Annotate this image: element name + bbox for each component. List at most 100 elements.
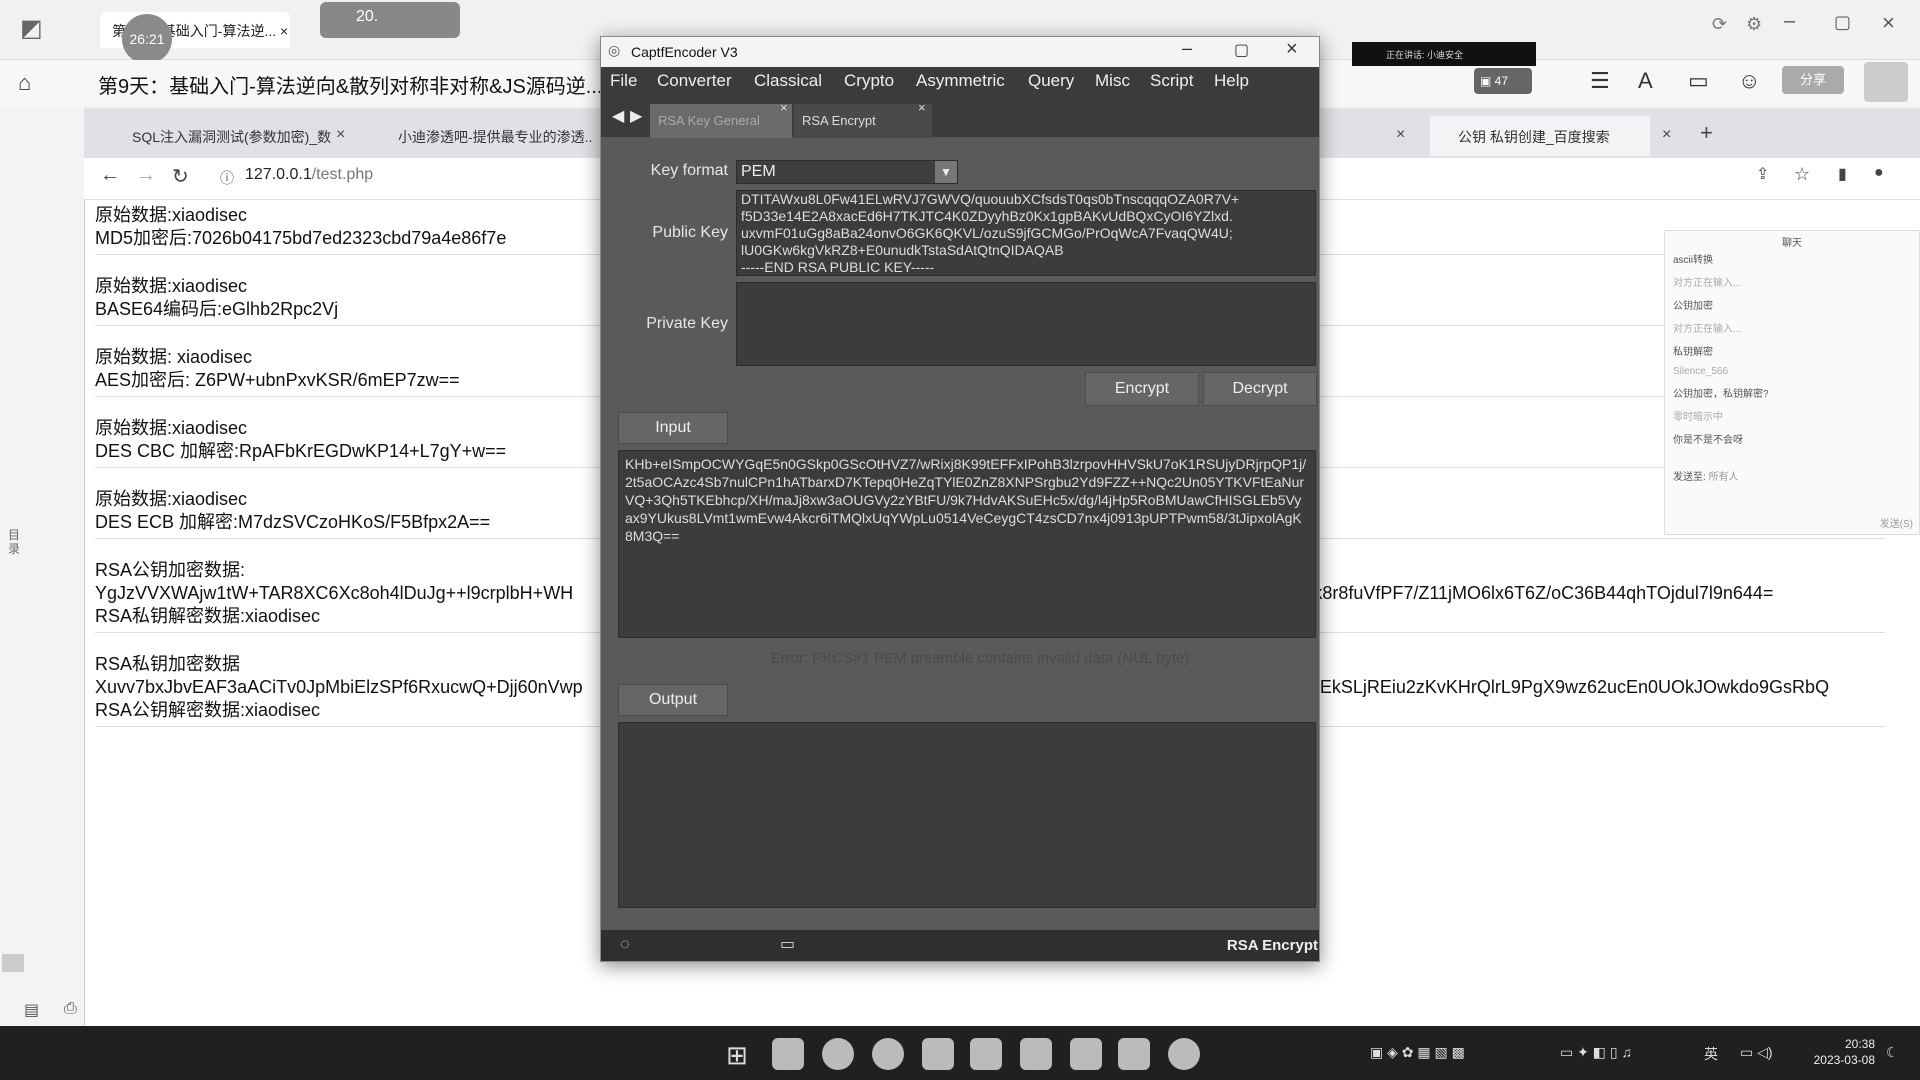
network-icons[interactable]: ▭ ✦ ◧ ▯ ♫	[1560, 1044, 1632, 1061]
notepad-icon[interactable]	[1070, 1038, 1102, 1070]
menu-asymmetric[interactable]: Asymmetric	[916, 71, 1005, 91]
notes-icon[interactable]: ▤	[24, 1000, 39, 1020]
meeting-speaking-bar: 正在讲话: 小迪安全	[1352, 42, 1536, 66]
notification-count: 47	[1494, 74, 1509, 88]
back-icon[interactable]: ←	[100, 164, 120, 187]
public-key-textarea[interactable]	[736, 190, 1316, 276]
eye-off-icon[interactable]: ◌	[620, 936, 630, 954]
list-icon[interactable]	[2, 954, 24, 972]
info-icon[interactable]: ⓘ	[220, 168, 234, 188]
recipient-select[interactable]: 所有人	[1709, 472, 1739, 483]
edge-icon[interactable]	[822, 1038, 854, 1070]
refresh-icon[interactable]: ⟳	[1712, 14, 1727, 35]
close-icon[interactable]: ×	[1286, 38, 1298, 61]
close-icon[interactable]: ×	[1396, 126, 1405, 144]
notification-icon[interactable]: ☾	[1886, 1044, 1899, 1061]
tab-label: RSA Key General	[658, 113, 760, 128]
lesson-title: 第9天：基础入门-算法逆向&散列对称非对称&JS源码逆...	[98, 76, 603, 98]
menu-file[interactable]: File	[610, 71, 637, 91]
browser-tab[interactable]: 公钥 私钥创建_百度搜索	[1430, 116, 1650, 156]
close-icon[interactable]: ×	[280, 23, 288, 39]
share-button[interactable]: 分享	[1782, 66, 1844, 94]
print-icon[interactable]: ⎙	[64, 1000, 77, 1018]
new-tab-icon[interactable]: +	[1700, 120, 1713, 146]
file-explorer-icon[interactable]	[772, 1038, 804, 1070]
chat-message: 零时暗示中	[1673, 412, 1723, 423]
language-indicator[interactable]: 英	[1704, 1044, 1718, 1064]
app-icon[interactable]	[922, 1038, 954, 1070]
maximize-icon[interactable]: ▢	[1234, 40, 1249, 60]
send-button[interactable]: 发送(S)	[1880, 515, 1913, 530]
meeting-speaker: 正在讲话: 小迪安全	[1386, 50, 1464, 60]
forward-icon[interactable]: →	[136, 164, 156, 187]
browser-tab[interactable]: SQL注入漏洞测试(参数加密)_数	[104, 116, 354, 156]
close-icon[interactable]: ×	[918, 100, 926, 115]
tab-rsa-key-general[interactable]: RSA Key General	[650, 104, 792, 138]
avatar[interactable]	[1864, 62, 1908, 102]
terminal-icon[interactable]	[1118, 1038, 1150, 1070]
chat-message: 对方正在输入...	[1673, 278, 1742, 289]
decrypt-button[interactable]: Decrypt	[1203, 372, 1317, 406]
menu-classical[interactable]: Classical	[754, 71, 822, 91]
qq-icon[interactable]	[1168, 1038, 1200, 1070]
close-icon[interactable]: ×	[336, 126, 345, 144]
text-size-icon[interactable]: A	[1638, 68, 1653, 94]
screen-icon[interactable]: ▭	[1688, 68, 1709, 94]
error-message: Error: PKCS#1 PEM preamble contains inva…	[770, 650, 1190, 667]
input-button[interactable]: Input	[618, 412, 728, 444]
minimize-icon[interactable]: –	[1182, 38, 1192, 59]
clock[interactable]: 20:38 2023-03-08	[1795, 1036, 1875, 1068]
maximize-icon[interactable]: ▢	[1834, 12, 1851, 33]
menu-query[interactable]: Query	[1028, 71, 1074, 91]
tab-rsa-encrypt[interactable]: RSA Encrypt	[794, 104, 932, 138]
tab-prev-icon[interactable]: ◀	[612, 106, 624, 126]
catalog-label[interactable]: 目录	[8, 528, 22, 556]
menu-converter[interactable]: Converter	[657, 71, 732, 91]
input-textarea[interactable]	[618, 450, 1316, 638]
app-logo-icon: ◩	[20, 15, 43, 42]
browser-tab[interactable]: 小迪渗透吧-提供最专业的渗透..	[370, 116, 600, 156]
chevron-down-icon[interactable]: ▼	[935, 161, 957, 183]
home-icon[interactable]: ⌂	[18, 70, 31, 96]
reload-icon[interactable]: ↻	[172, 164, 189, 189]
share-icon[interactable]: ⇪	[1756, 164, 1769, 184]
users-icon[interactable]: ☺	[1738, 68, 1760, 94]
menu-misc[interactable]: Misc	[1095, 71, 1130, 91]
close-icon[interactable]: ×	[780, 100, 788, 115]
settings-icon[interactable]: ⚙	[1746, 14, 1762, 35]
star-icon[interactable]: ☆	[1794, 164, 1810, 185]
close-icon[interactable]: ×	[1662, 126, 1671, 144]
menu-crypto[interactable]: Crypto	[844, 71, 894, 91]
window-icon[interactable]: ▭	[780, 934, 795, 954]
private-key-label: Private Key	[646, 315, 728, 332]
windows-start-icon[interactable]: ⊞	[726, 1040, 748, 1071]
p-app-icon[interactable]	[970, 1038, 1002, 1070]
menu-help[interactable]: Help	[1214, 71, 1249, 91]
minimize-icon[interactable]: –	[1784, 10, 1795, 33]
encrypt-button[interactable]: Encrypt	[1085, 372, 1199, 406]
url-path: /test.php	[311, 166, 374, 183]
photos-icon[interactable]	[1020, 1038, 1052, 1070]
url-host: 127.0.0.1	[245, 166, 312, 183]
url-field[interactable]: 127.0.0.1/test.php	[245, 166, 373, 184]
chrome-icon[interactable]	[872, 1038, 904, 1070]
private-key-textarea[interactable]	[736, 282, 1316, 366]
close-icon[interactable]: ×	[1882, 10, 1895, 36]
encoder-titlebar: CaptfEncoder V3	[601, 37, 1319, 67]
key-format-select[interactable]: PEM ▼	[736, 160, 958, 184]
public-key-label: Public Key	[652, 224, 728, 241]
tray-icons[interactable]: ▣ ◈ ✿ ▦ ▧ ▩	[1370, 1044, 1465, 1061]
menu-script[interactable]: Script	[1150, 71, 1193, 91]
sidebar-icon[interactable]: ▮	[1838, 164, 1847, 184]
volume-icon[interactable]: ▭ ◁)	[1740, 1044, 1773, 1061]
profile-icon[interactable]: ●	[1874, 164, 1884, 182]
clock-time: 20:38	[1844, 1037, 1875, 1051]
tab-next-icon[interactable]: ▶	[630, 106, 642, 126]
output-button[interactable]: Output	[618, 684, 728, 716]
menu-icon[interactable]: ☰	[1590, 68, 1610, 94]
notification-badge[interactable]: ▣ 47	[1474, 68, 1532, 94]
output-textarea[interactable]	[618, 722, 1316, 908]
taskbar	[0, 1026, 1920, 1080]
send-to-label: 发送至:	[1673, 472, 1706, 483]
encoder-title: CaptfEncoder V3	[631, 44, 738, 60]
